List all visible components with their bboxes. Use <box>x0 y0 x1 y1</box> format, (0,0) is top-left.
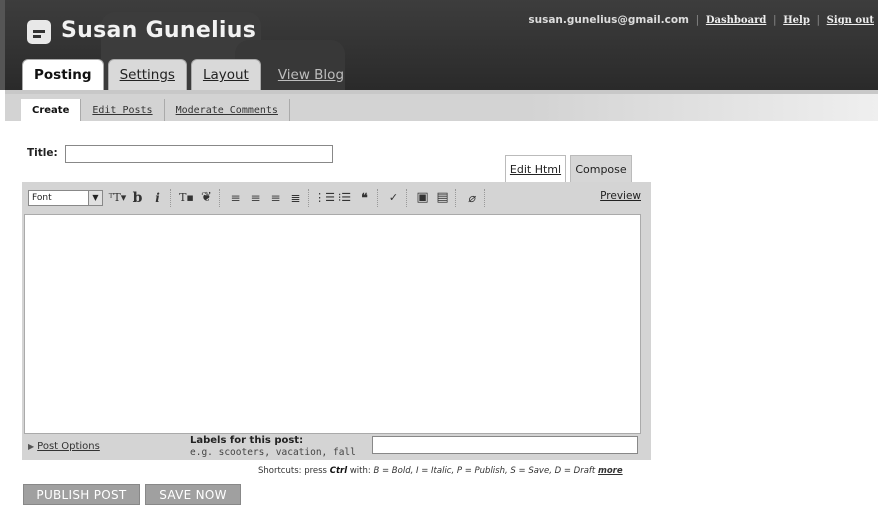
shortcuts-with: with: <box>349 466 371 476</box>
justify-icon[interactable]: ≣ <box>287 189 304 207</box>
bold-icon[interactable]: b <box>129 189 146 207</box>
post-editor: Font ▼ ᵀT▾ b i T▪ ❦ ≡ ≡ ≡ ≣ ⋮☰ ⁝☰ ❝ ✓ ▣ … <box>22 182 651 460</box>
link-icon[interactable]: ❦ <box>198 189 215 207</box>
editor-body[interactable] <box>24 214 641 434</box>
shortcuts-prefix: Shortcuts: press <box>258 466 327 476</box>
tab-view-blog[interactable]: View Blog <box>265 59 357 90</box>
dashboard-link[interactable]: Dashboard <box>706 15 766 26</box>
shortcut-draft: D = Draft <box>554 466 596 476</box>
tab-layout[interactable]: Layout <box>190 59 261 90</box>
sign-out-link[interactable]: Sign out <box>827 15 874 26</box>
title-label: Title: <box>27 147 58 159</box>
sub-tab-bar: Create Edit Posts Moderate Comments <box>5 90 878 121</box>
header: Susan Gunelius susan.gunelius@gmail.com … <box>0 0 878 90</box>
subtab-create[interactable]: Create <box>21 99 82 121</box>
more-shortcuts-link[interactable]: more <box>598 466 623 476</box>
compose-tab[interactable]: Compose <box>570 155 632 182</box>
user-email: susan.gunelius@gmail.com <box>528 14 690 26</box>
post-options-link[interactable]: ▶ Post Options <box>28 441 100 452</box>
align-left-icon[interactable]: ≡ <box>227 189 244 207</box>
labels-label: Labels for this post: <box>190 435 304 446</box>
shortcut-publish: P = Publish, <box>456 466 508 476</box>
user-bar: susan.gunelius@gmail.com | Dashboard | H… <box>528 14 874 26</box>
align-center-icon[interactable]: ≡ <box>247 189 264 207</box>
text-color-icon[interactable]: T▪ <box>178 189 195 207</box>
shortcuts-hint: Shortcuts: press Ctrl with: B = Bold, I … <box>258 466 623 476</box>
blogger-logo-icon[interactable] <box>27 20 51 44</box>
save-now-button[interactable]: SAVE NOW <box>145 484 241 505</box>
labels-hint: e.g. scooters, vacation, fall <box>190 447 356 458</box>
numbered-list-icon[interactable]: ⋮☰ <box>314 189 335 207</box>
font-select-value: Font <box>32 192 52 203</box>
subtab-edit-posts[interactable]: Edit Posts <box>81 99 165 121</box>
post-options-label: Post Options <box>37 441 100 452</box>
eraser-icon[interactable]: ⌀ <box>463 189 480 207</box>
image-icon[interactable]: ▣ <box>414 189 431 207</box>
subtab-moderate-comments[interactable]: Moderate Comments <box>165 99 290 121</box>
shortcuts-key: Ctrl <box>329 466 348 476</box>
post-footer: ▶ Post Options Labels for this post: e.g.… <box>22 434 651 460</box>
font-size-icon[interactable]: ᵀT▾ <box>109 189 126 207</box>
video-icon[interactable]: ▤ <box>434 189 451 207</box>
blog-title: Susan Gunelius <box>61 18 257 43</box>
chevron-down-icon: ▼ <box>88 190 102 205</box>
shortcut-save: S = Save, <box>510 466 552 476</box>
edit-html-tab[interactable]: Edit Html <box>505 155 566 182</box>
italic-icon[interactable]: i <box>149 189 166 207</box>
shortcut-italic: I = Italic, <box>416 466 455 476</box>
font-select[interactable]: Font ▼ <box>28 189 103 206</box>
publish-post-button[interactable]: PUBLISH POST <box>23 484 140 505</box>
main-tabs: Posting Settings Layout View Blog <box>22 59 357 90</box>
spellcheck-icon[interactable]: ✓ <box>385 189 402 207</box>
tab-settings[interactable]: Settings <box>107 59 187 90</box>
bullet-list-icon[interactable]: ⁝☰ <box>336 189 353 207</box>
editor-toolbar: Font ▼ ᵀT▾ b i T▪ ❦ ≡ ≡ ≡ ≣ ⋮☰ ⁝☰ ❝ ✓ ▣ … <box>22 182 651 213</box>
preview-link[interactable]: Preview <box>600 190 641 202</box>
labels-input[interactable] <box>372 436 638 454</box>
help-link[interactable]: Help <box>783 15 810 26</box>
shortcut-bold: B = Bold, <box>373 466 414 476</box>
triangle-right-icon: ▶ <box>28 442 35 451</box>
post-title-input[interactable] <box>65 145 333 163</box>
tab-posting[interactable]: Posting <box>22 59 104 90</box>
blockquote-icon[interactable]: ❝ <box>356 189 373 207</box>
align-right-icon[interactable]: ≡ <box>267 189 284 207</box>
